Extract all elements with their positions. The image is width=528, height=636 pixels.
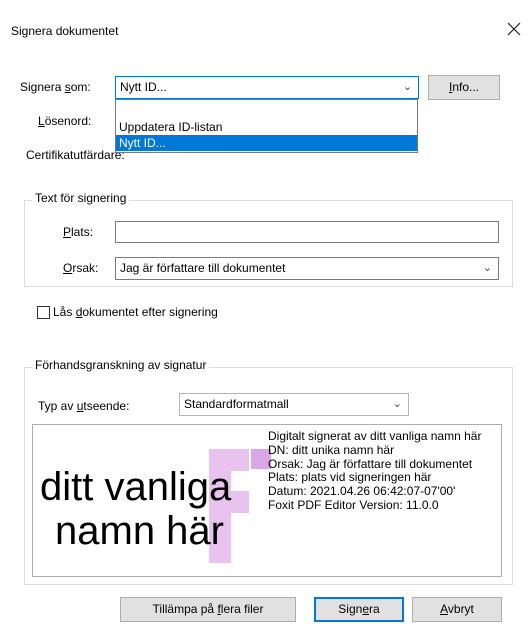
password-label: Lösenord: [38,114,91,128]
sign-as-label-part: om: [70,80,91,94]
signing-text-legend: Text för signering [32,191,130,205]
cancel-button[interactable]: Avbryt [412,597,502,622]
chevron-down-icon: ⌄ [392,398,402,410]
place-input[interactable] [115,221,499,243]
reason-label: Orsak: [63,261,98,275]
lock-document-checkbox[interactable] [37,306,50,319]
cancel-label-text: vbryt [447,602,474,616]
detail-line: Datum: 2021.04.26 06:42:07-07'00' [268,484,456,499]
dropdown-item-refresh-id-list[interactable]: Uppdatera ID-listan [116,119,417,135]
signature-name-line-1: ditt vanliga [40,465,232,509]
detail-line: DN: ditt unika namn här [268,442,395,457]
appearance-label-part: Typ av [38,399,77,413]
signature-name-line-2: namn här [55,509,224,553]
place-label-access-key: P [63,225,72,239]
reason-value: Jag är författare till dokumentet [120,261,286,275]
sign-document-dialog: Signera dokumentet Signera som: Nytt ID.… [0,0,528,636]
sign-as-value: Nytt ID... [120,80,167,94]
reason-label-access-key: O [63,261,73,275]
sign-button[interactable]: Signera [314,597,404,622]
close-button[interactable] [504,20,524,40]
sign-label-part: ra [369,602,380,616]
cert-issuer-label: Certifikatutfärdare: [26,148,125,162]
close-icon [507,22,521,36]
appearance-label-part: tseende: [83,399,130,413]
detail-line: Digitalt signerat av ditt vanliga namn h… [268,429,482,443]
preview-legend: Förhandsgranskning av signatur [32,358,210,372]
cancel-label-access-key: A [440,602,448,616]
apply-multiple-files-button[interactable]: Tillämpa på flera filer [120,597,296,622]
dropdown-item-new-id[interactable]: Nytt ID... [116,135,417,151]
dialog-title: Signera dokumentet [11,24,119,38]
chevron-down-icon: ⌄ [402,81,412,93]
password-label-access-key: L [38,114,45,128]
sign-label-access-key: e [362,602,370,616]
appearance-label: Typ av utseende: [38,399,129,413]
signature-preview: ditt vanliga namn här Digitalt signerat … [32,424,502,577]
reason-label-text: rsak: [72,261,99,275]
info-button-label: nfo... [452,80,480,94]
sign-as-label-part: Signera [20,80,65,94]
appearance-value: Standardformatmall [184,397,289,411]
detail-line: Orsak: Jag är författare till dokumentet [268,456,473,471]
place-label-text: lats: [71,225,94,239]
lock-label-part: okumentet efter signering [82,305,218,319]
chevron-down-icon: ⌄ [482,262,492,274]
detail-line: Plats: plats vid signeringen här [268,470,432,485]
detail-line: Foxit PDF Editor Version: 11.0.0 [268,497,439,512]
sign-as-dropdown-list: Uppdatera ID-listan Nytt ID... [115,99,418,153]
sign-as-select[interactable]: Nytt ID... ⌄ [115,76,419,99]
sign-label-part: Sign [338,602,363,616]
apply-label-part: lera filer [220,602,264,616]
apply-label-part: Tillämpa på [152,602,218,616]
info-button[interactable]: Info... [428,75,500,100]
lock-document-label[interactable]: Lås dokumentet efter signering [53,305,218,319]
signature-details: Digitalt signerat av ditt vanliga namn h… [268,429,501,513]
lock-label-part: Lås [53,305,76,319]
appearance-select[interactable]: Standardformatmall ⌄ [179,393,409,416]
sign-as-label: Signera som: [20,80,91,94]
reason-select[interactable]: Jag är författare till dokumentet ⌄ [115,257,499,280]
password-label-text: ösenord: [44,114,92,128]
place-label: Plats: [63,225,93,239]
